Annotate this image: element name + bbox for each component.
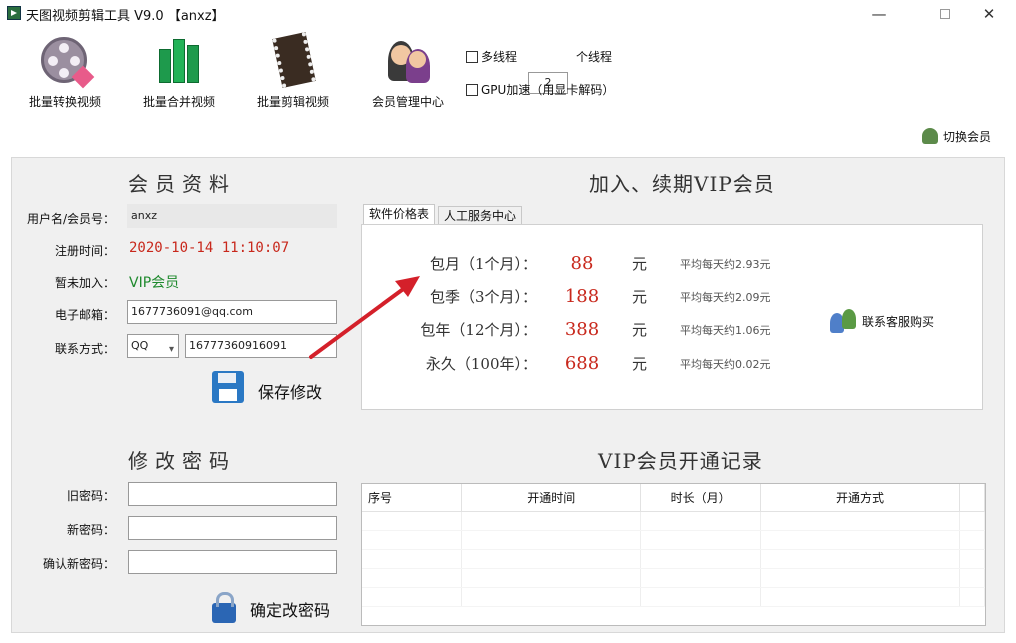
column-header-seq[interactable]: 序号 bbox=[362, 484, 463, 512]
floppy-disk-icon bbox=[212, 371, 244, 403]
multithread-check-box[interactable] bbox=[466, 51, 478, 63]
maximize-button[interactable] bbox=[922, 0, 968, 28]
switch-member-label: 切换会员 bbox=[943, 130, 992, 144]
contact-type-value: QQ bbox=[131, 339, 149, 352]
username-label: 用户名/会员号： bbox=[26, 212, 115, 226]
batch-cut-label: 批量剪辑视频 bbox=[256, 95, 329, 109]
plan-daily-average: 平均每天约2.93元 bbox=[680, 258, 771, 271]
chevron-down-icon: ▾ bbox=[168, 344, 174, 355]
film-reel-heart-icon bbox=[39, 35, 95, 89]
contact-value-field[interactable]: 16777360916091 bbox=[185, 334, 337, 358]
register-time-value: 2020-10-14 11:10:07 bbox=[129, 240, 290, 256]
batch-cut-button[interactable]: 批量剪辑视频 bbox=[238, 28, 348, 110]
multithread-checkbox[interactable]: 多线程 bbox=[466, 48, 517, 65]
tab-price-list[interactable]: 软件价格表 bbox=[363, 204, 436, 226]
plan-daily-average: 平均每天约2.09元 bbox=[680, 291, 771, 304]
confirm-password-label-text: 确定改密码 bbox=[250, 601, 331, 620]
contact-buy-button[interactable]: 联系客服购买 bbox=[830, 309, 934, 333]
app-logo-icon bbox=[7, 6, 21, 20]
table-row bbox=[362, 549, 985, 569]
contact-type-select[interactable]: QQ ▾ bbox=[127, 334, 179, 358]
contact-label: 联系方式： bbox=[54, 342, 115, 356]
members-icon bbox=[382, 35, 434, 87]
plan-daily-average: 平均每天约0.02元 bbox=[680, 358, 771, 371]
maximize-icon bbox=[940, 9, 950, 19]
column-header-duration[interactable]: 时长（月） bbox=[640, 484, 761, 512]
merge-blocks-icon bbox=[153, 35, 205, 87]
multithread-label: 多线程 bbox=[481, 50, 518, 64]
batch-merge-label: 批量合并视频 bbox=[142, 95, 215, 109]
switch-member-button[interactable]: 切换会员 bbox=[922, 128, 991, 145]
lock-icon bbox=[212, 592, 236, 623]
username-field: anxz bbox=[127, 204, 337, 228]
confirm-password-label: 确认新密码： bbox=[42, 557, 115, 571]
column-header-time[interactable]: 开通时间 bbox=[461, 484, 642, 512]
plan-daily-average: 平均每天约1.06元 bbox=[680, 324, 771, 337]
records-title: VIP会员开通记录 bbox=[598, 449, 763, 473]
window-title: 天图视频剪辑工具 V9.0 【anxz】 bbox=[26, 9, 225, 24]
close-button[interactable]: ✕ bbox=[966, 0, 1012, 28]
batch-convert-label: 批量转换视频 bbox=[28, 95, 101, 109]
save-changes-label: 保存修改 bbox=[258, 383, 323, 402]
table-row bbox=[362, 568, 985, 588]
contact-buy-label: 联系客服购买 bbox=[862, 315, 935, 329]
email-label: 电子邮箱： bbox=[54, 308, 115, 322]
tab-service-center[interactable]: 人工服务中心 bbox=[438, 206, 523, 226]
plan-unit: 元 bbox=[632, 288, 648, 306]
password-title: 修改密码 bbox=[128, 449, 236, 473]
member-center-button[interactable]: 会员管理中心 bbox=[353, 28, 463, 110]
vip-records-table[interactable]: 序号 开通时间 时长（月） 开通方式 bbox=[361, 483, 986, 626]
plan-price: 188 bbox=[564, 286, 600, 307]
plan-unit: 元 bbox=[632, 321, 648, 339]
plan-name: 永久（100年）： bbox=[425, 355, 537, 373]
old-password-field[interactable] bbox=[128, 482, 337, 506]
plan-price: 688 bbox=[564, 353, 600, 374]
table-header-row: 序号 开通时间 时长（月） 开通方式 bbox=[362, 484, 985, 512]
plan-unit: 元 bbox=[632, 355, 648, 373]
customer-service-icon bbox=[830, 309, 858, 333]
table-row bbox=[362, 511, 985, 531]
batch-merge-button[interactable]: 批量合并视频 bbox=[124, 28, 234, 110]
film-strip-scissors-icon bbox=[267, 32, 319, 88]
new-password-field[interactable] bbox=[128, 516, 337, 540]
plan-name: 包年（12个月）： bbox=[420, 321, 537, 339]
title-bar: 天图视频剪辑工具 V9.0 【anxz】 — ✕ bbox=[0, 0, 1016, 28]
plan-name: 包季（3个月）： bbox=[429, 288, 537, 306]
gpu-check-box[interactable] bbox=[466, 84, 478, 96]
table-row bbox=[362, 587, 985, 607]
old-password-label: 旧密码： bbox=[66, 489, 115, 503]
gpu-label: GPU加速（用显卡解码） bbox=[481, 83, 615, 97]
vip-status-value: VIP会员 bbox=[129, 275, 180, 291]
toolbar: 批量转换视频 批量合并视频 批量剪辑视频 会员管理中心 多线程 2 个线程 GP… bbox=[0, 28, 1016, 156]
register-time-label: 注册时间： bbox=[54, 244, 115, 258]
confirm-password-field[interactable] bbox=[128, 550, 337, 574]
price-list-panel: 包月（1个月）： 88 元 平均每天约2.93元 包季（3个月）： 188 元 … bbox=[361, 224, 983, 410]
plan-name: 包月（1个月）： bbox=[429, 255, 537, 273]
plan-price: 388 bbox=[564, 319, 600, 340]
thread-unit-label: 个线程 bbox=[576, 50, 613, 64]
minimize-button[interactable]: — bbox=[856, 0, 902, 28]
profile-title: 会员资料 bbox=[128, 172, 236, 196]
vip-title: 加入、续期VIP会员 bbox=[589, 172, 775, 196]
plan-price: 88 bbox=[570, 253, 594, 274]
plan-unit: 元 bbox=[632, 255, 648, 273]
vip-status-label: 暂未加入： bbox=[54, 276, 115, 290]
member-center-label: 会员管理中心 bbox=[371, 95, 444, 109]
gpu-checkbox[interactable]: GPU加速（用显卡解码） bbox=[466, 81, 614, 98]
switch-user-icon bbox=[922, 128, 938, 144]
email-field[interactable]: 1677736091@qq.com bbox=[127, 300, 337, 324]
table-row bbox=[362, 530, 985, 550]
column-header-filler bbox=[959, 484, 985, 512]
batch-convert-button[interactable]: 批量转换视频 bbox=[10, 28, 120, 110]
new-password-label: 新密码： bbox=[66, 523, 115, 537]
main-panel: 会员资料 用户名/会员号： anxz 注册时间： 2020-10-14 11:1… bbox=[11, 157, 1005, 633]
column-header-method[interactable]: 开通方式 bbox=[760, 484, 961, 512]
